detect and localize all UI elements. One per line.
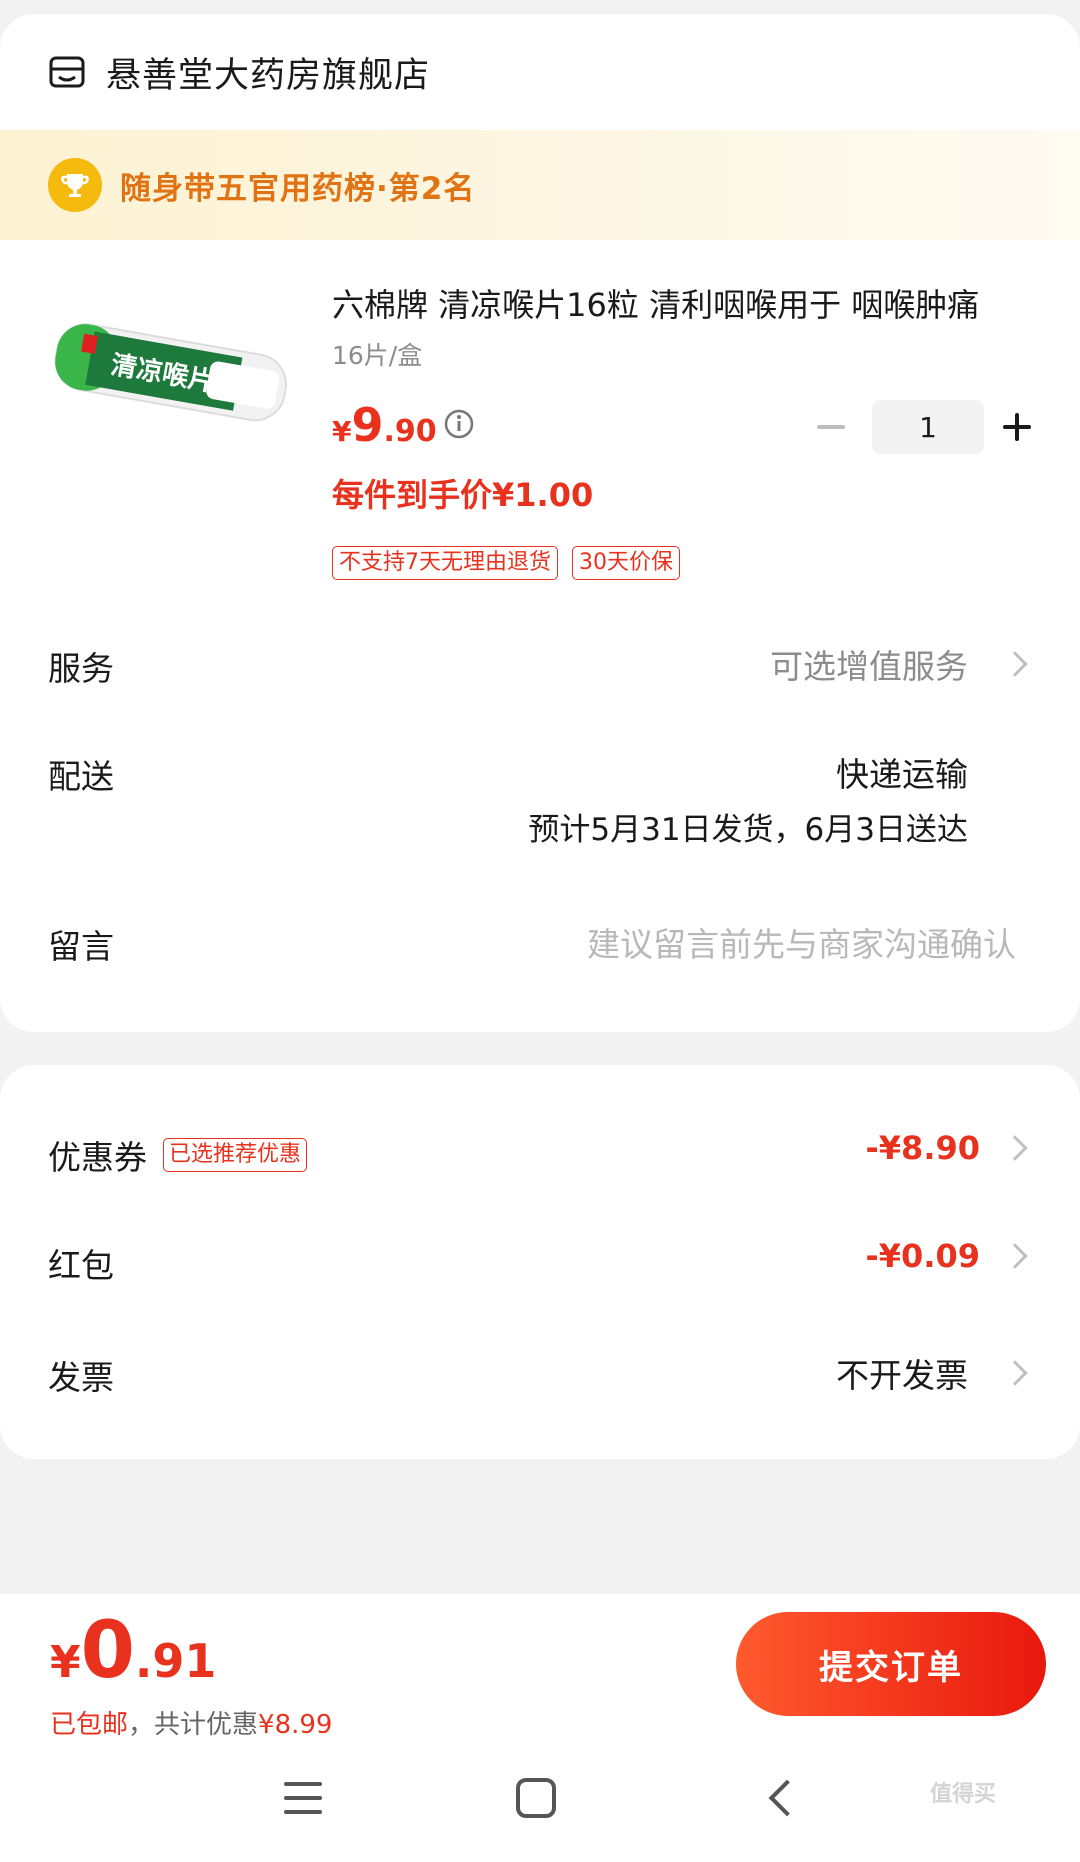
chevron-right-icon <box>1002 1360 1028 1386</box>
coupon-value: -¥8.90 <box>865 1129 981 1167</box>
red-packet-label: 红包 <box>48 1246 114 1285</box>
home-icon[interactable] <box>506 1768 566 1828</box>
chevron-right-icon <box>1002 1243 1028 1269</box>
shop-icon <box>49 56 85 88</box>
tag-price-protect: 30天价保 <box>572 546 680 580</box>
message-label: 留言 <box>48 927 114 966</box>
coupon-label: 优惠券 <box>48 1138 147 1177</box>
service-row[interactable]: 服务 可选增值服务 <box>48 636 1032 692</box>
quantity-stepper: 1 <box>806 400 1042 454</box>
trophy-icon <box>48 158 102 212</box>
message-row[interactable]: 留言 建议留言前先与商家沟通确认 <box>48 914 1032 970</box>
invoice-row[interactable]: 发票 不开发票 <box>48 1345 1032 1401</box>
total-price: ¥0.91 <box>50 1606 217 1696</box>
decrease-button[interactable] <box>806 402 856 452</box>
invoice-label: 发票 <box>48 1358 114 1397</box>
red-packet-value: -¥0.09 <box>865 1237 981 1275</box>
quantity-field[interactable]: 1 <box>872 400 984 454</box>
discount-prefix: ，共计优惠 <box>128 1710 259 1740</box>
unit-price: 每件到手价¥1.00 <box>332 476 594 514</box>
shop-row[interactable]: 悬善堂大药房旗舰店 <box>0 14 1080 130</box>
invoice-value: 不开发票 <box>836 1356 968 1395</box>
shop-name: 悬善堂大药房旗舰店 <box>106 55 431 96</box>
menu-icon[interactable] <box>274 1768 334 1828</box>
service-label: 服务 <box>48 649 114 688</box>
discount-value: ¥8.99 <box>258 1710 333 1740</box>
delivery-eta: 预计5月31日发货，6月3日送达 <box>528 812 968 848</box>
delivery-row: 配送 快递运输 预计5月31日发货，6月3日送达 <box>48 744 1032 854</box>
product-image[interactable]: 清凉喉片 <box>48 312 300 442</box>
submit-order-button[interactable]: 提交订单 <box>736 1612 1046 1716</box>
chevron-right-icon <box>1002 651 1028 677</box>
coupon-row[interactable]: 优惠券 已选推荐优惠 -¥8.90 <box>48 1125 1032 1181</box>
chevron-right-icon <box>1002 1135 1028 1161</box>
product-tags: 不支持7天无理由退货 30天价保 <box>332 546 694 580</box>
message-input[interactable]: 建议留言前先与商家沟通确认 <box>587 918 1016 966</box>
checkout-bar: ¥0.91 已包邮，共计优惠¥8.99 提交订单 值得买 <box>0 1594 1080 1862</box>
minus-icon <box>817 425 845 429</box>
product-item: 清凉喉片 六棉牌 清凉喉片16粒 清利咽喉用于 咽喉肿痛 16片/盒 ¥9.90… <box>0 240 1080 630</box>
watermark: 值得买 <box>930 1782 997 1807</box>
coupon-badge: 已选推荐优惠 <box>163 1138 308 1172</box>
total-summary: 已包邮，共计优惠¥8.99 <box>50 1704 332 1741</box>
increase-button[interactable] <box>992 402 1042 452</box>
order-card: 悬善堂大药房旗舰店 随身带五官用药榜·第2名 清凉喉片 六棉牌 清凉喉片16粒 … <box>0 14 1080 1032</box>
info-icon[interactable] <box>443 408 475 440</box>
rank-banner[interactable]: 随身带五官用药榜·第2名 <box>0 130 1080 240</box>
product-price: ¥9.90 <box>332 398 437 452</box>
back-icon[interactable] <box>752 1768 812 1828</box>
discount-card: 优惠券 已选推荐优惠 -¥8.90 红包 -¥0.09 发票 不开发票 <box>0 1065 1080 1459</box>
red-packet-row[interactable]: 红包 -¥0.09 <box>48 1233 1032 1289</box>
tag-no-return: 不支持7天无理由退货 <box>332 546 558 580</box>
service-value: 可选增值服务 <box>770 647 968 686</box>
shipping-text: 已包邮 <box>50 1710 129 1740</box>
delivery-method: 快递运输 <box>836 755 968 794</box>
product-spec: 16片/盒 <box>332 341 423 370</box>
delivery-label: 配送 <box>48 757 114 796</box>
product-title[interactable]: 六棉牌 清凉喉片16粒 清利咽喉用于 咽喉肿痛 <box>332 280 1037 326</box>
rank-text: 随身带五官用药榜·第2名 <box>120 170 476 207</box>
